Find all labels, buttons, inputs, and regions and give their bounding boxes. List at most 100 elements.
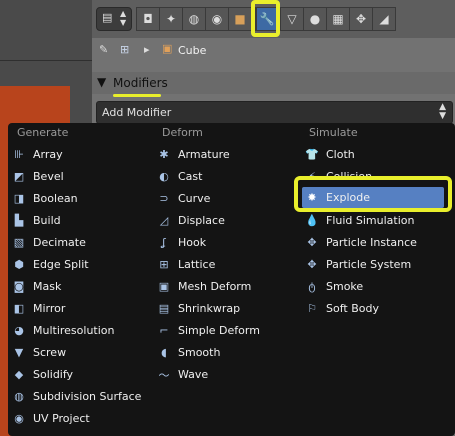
menu-item-wave[interactable]: 〜 Wave	[157, 364, 209, 385]
modifiers-panel-title: Modifiers	[113, 76, 168, 90]
menu-item-label: Bevel	[33, 170, 64, 183]
menu-item-subdivision-surface[interactable]: ◍ Subdivision Surface	[12, 386, 141, 407]
menu-item-label: Array	[33, 148, 63, 161]
menu-item-multiresolution[interactable]: ◕ Multiresolution	[12, 320, 114, 341]
menu-item-label: Smoke	[326, 280, 364, 293]
menu-item-label: Mesh Deform	[178, 280, 252, 293]
material-icon: ●	[309, 12, 321, 26]
smoke-icon: ტ	[308, 280, 316, 293]
menu-item-cloth[interactable]: 👕 Cloth	[305, 144, 355, 165]
menu-item-label: Wave	[178, 368, 209, 381]
menu-item-bevel[interactable]: ◩ Bevel	[12, 166, 64, 187]
tab-render[interactable]: ◘	[136, 7, 160, 31]
menu-item-decimate[interactable]: ▧ Decimate	[12, 232, 86, 253]
subsurf-icon: ◍	[14, 390, 24, 403]
annotation-highlight-explode	[294, 176, 452, 212]
tab-world[interactable]: ◉	[205, 7, 229, 31]
menu-item-screw[interactable]: ▼ Screw	[12, 342, 66, 363]
menu-item-solidify[interactable]: ◆ Solidify	[12, 364, 73, 385]
wave-icon: 〜	[158, 368, 170, 382]
menu-item-label: Lattice	[178, 258, 216, 271]
collapse-triangle-icon[interactable]: ▼	[97, 75, 106, 89]
modifiers-panel-header[interactable]: ▼ Modifiers	[92, 72, 455, 94]
physics-icon: ◢	[379, 12, 389, 26]
menu-item-label: Particle System	[326, 258, 412, 271]
menu-item-label: Soft Body	[326, 302, 379, 315]
menu-item-label: Boolean	[33, 192, 78, 205]
add-modifier-dropdown[interactable]: Add Modifier ▲ ▼	[96, 101, 453, 124]
build-icon: ▙	[14, 214, 24, 227]
uv-project-icon: ◉	[14, 412, 24, 425]
bevel-icon: ◩	[13, 170, 25, 183]
menu-item-label: Edge Split	[33, 258, 89, 271]
menu-item-label: Curve	[178, 192, 211, 205]
menu-item-label: Hook	[178, 236, 207, 249]
tab-texture[interactable]: ▦	[326, 7, 350, 31]
menu-item-smooth[interactable]: ◖ Smooth	[157, 342, 220, 363]
menu-item-fluid-simulation[interactable]: 💧 Fluid Simulation	[305, 210, 414, 231]
menu-item-cast[interactable]: ◐ Cast	[157, 166, 202, 187]
displace-icon: ◿	[159, 214, 169, 227]
menu-item-particle-instance[interactable]: ✥ Particle Instance	[305, 232, 417, 253]
menu-item-label: Displace	[178, 214, 225, 227]
menu-item-mask[interactable]: ◙ Mask	[12, 276, 62, 297]
camera-icon: ◘	[143, 12, 153, 26]
scene-icon: ◍	[188, 12, 200, 26]
menu-item-label: Simple Deform	[178, 324, 260, 337]
menu-item-lattice[interactable]: ⊞ Lattice	[157, 254, 215, 275]
decimate-icon: ▧	[13, 236, 25, 249]
world-icon: ◉	[211, 12, 223, 26]
hook-icon: ʆ	[162, 236, 166, 249]
menu-item-array[interactable]: ⊪ Array	[12, 144, 63, 165]
menu-item-label: Solidify	[33, 368, 74, 381]
fluid-icon: 💧	[305, 214, 319, 227]
menu-item-smoke[interactable]: ტ Smoke	[305, 276, 363, 297]
solidify-icon: ◆	[14, 368, 24, 381]
cube-icon: ▣	[162, 42, 173, 55]
menu-item-label: Mask	[33, 280, 62, 293]
menu-item-label: Build	[33, 214, 61, 227]
pin-icon[interactable]: ✎	[99, 43, 108, 56]
menu-item-armature[interactable]: ✱ Armature	[157, 144, 230, 165]
tab-material[interactable]: ●	[303, 7, 327, 31]
menu-item-build[interactable]: ▙ Build	[12, 210, 61, 231]
menu-item-mirror[interactable]: ◧ Mirror	[12, 298, 66, 319]
menu-item-edge-split[interactable]: ⬢ Edge Split	[12, 254, 89, 275]
particles-icon: ✥	[355, 12, 367, 26]
curve-icon: ⊃	[159, 192, 169, 205]
cube-icon: ■	[234, 12, 246, 26]
menu-item-label: Screw	[33, 346, 67, 359]
tab-data[interactable]: ▽	[280, 7, 304, 31]
tab-particles[interactable]: ✥	[349, 7, 373, 31]
annotation-underline	[113, 94, 161, 97]
menu-column-header-simulate: Simulate	[309, 126, 358, 139]
editor-type-icon: ▤	[102, 11, 113, 24]
menu-item-simple-deform[interactable]: ⌐ Simple Deform	[157, 320, 260, 341]
mask-icon: ◙	[13, 280, 25, 293]
tab-physics[interactable]: ◢	[372, 7, 396, 31]
menu-item-label: Mirror	[33, 302, 66, 315]
menu-item-label: Armature	[178, 148, 230, 161]
menu-item-uv-project[interactable]: ◉ UV Project	[12, 408, 90, 429]
menu-item-particle-system[interactable]: ✥ Particle System	[305, 254, 411, 275]
menu-item-label: Cloth	[326, 148, 355, 161]
layers-icon: ✦	[165, 12, 177, 26]
tab-render-layers[interactable]: ✦	[159, 7, 183, 31]
menu-item-mesh-deform[interactable]: ▣ Mesh Deform	[157, 276, 252, 297]
menu-item-hook[interactable]: ʆ Hook	[157, 232, 206, 253]
editor-type-button[interactable]: ▤ ▲ ▼	[96, 7, 132, 31]
menu-item-displace[interactable]: ◿ Displace	[157, 210, 225, 231]
menu-item-boolean[interactable]: ◨ Boolean	[12, 188, 78, 209]
cast-icon: ◐	[159, 170, 169, 183]
breadcrumb: ✎ ⊞ ▸ ▣ Cube	[92, 40, 455, 62]
menu-item-soft-body[interactable]: ⚐ Soft Body	[305, 298, 379, 319]
add-modifier-label: Add Modifier	[102, 106, 172, 119]
tab-scene[interactable]: ◍	[182, 7, 206, 31]
menu-item-label: Fluid Simulation	[326, 214, 415, 227]
tab-object[interactable]: ■	[228, 7, 252, 31]
menu-item-label: Subdivision Surface	[33, 390, 142, 403]
menu-item-curve[interactable]: ⊃ Curve	[157, 188, 210, 209]
chevron-updown-icon: ▲ ▼	[120, 9, 127, 27]
mesh-deform-icon: ▣	[158, 280, 170, 293]
menu-item-shrinkwrap[interactable]: ▤ Shrinkwrap	[157, 298, 240, 319]
